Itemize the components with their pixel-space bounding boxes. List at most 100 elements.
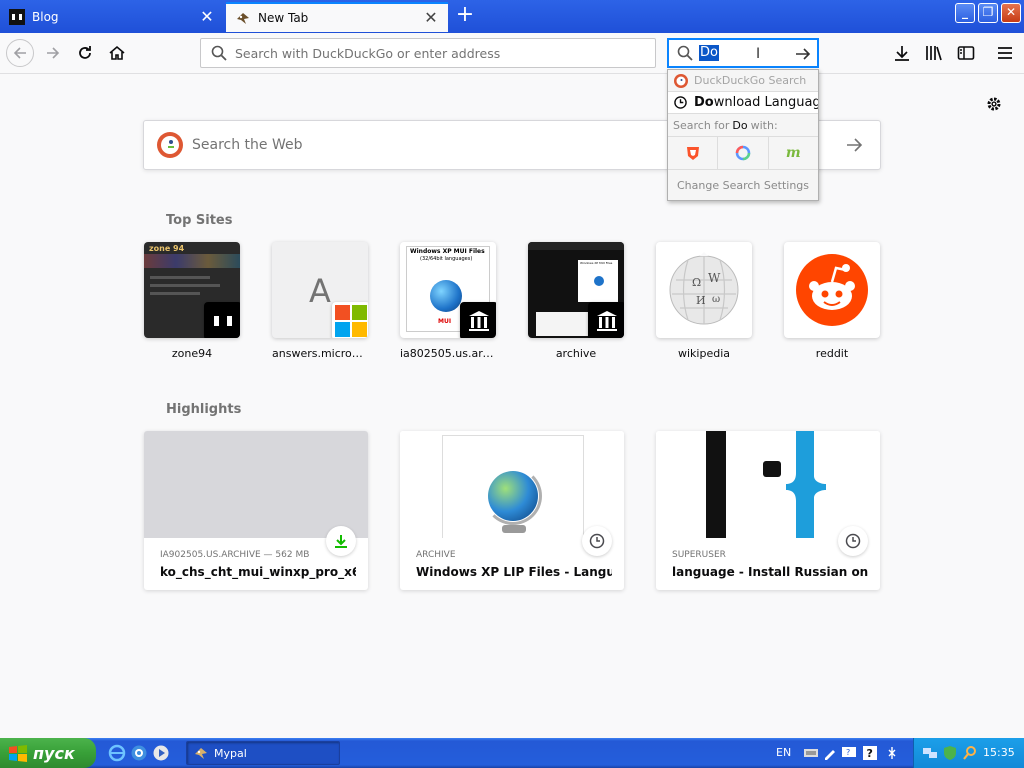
card-preview [144, 431, 368, 538]
top-site-reddit[interactable]: reddit [784, 242, 880, 360]
home-icon [109, 45, 125, 60]
tab-new-tab[interactable]: New Tab ✕ [226, 2, 448, 32]
top-site-zone94[interactable]: zone 94 zone94 [144, 242, 240, 360]
forward-button[interactable] [39, 39, 67, 67]
security-shield-icon[interactable] [942, 745, 958, 761]
thumb-title: Windows XP MUI Files [580, 261, 613, 265]
start-button[interactable]: пуск [0, 738, 96, 768]
mojeek-icon: m [785, 145, 801, 161]
tray-arrows-icon[interactable] [884, 745, 900, 761]
site-label: zone94 [171, 347, 213, 360]
tab-bar: Blog ✕ New Tab ✕ + _ ❐ ✕ [0, 0, 1024, 33]
media-quicklaunch-icon[interactable] [152, 744, 170, 762]
site-label: ia802505.us.archi… [400, 347, 496, 360]
search-for-suffix: with: [750, 118, 778, 132]
search-suggestions-popup: DuckDuckGo Search Do wnload Language Sear… [667, 69, 819, 201]
change-search-settings-button[interactable]: Change Search Settings [668, 170, 818, 200]
highlights-title: Highlights [166, 402, 242, 417]
search-icon [677, 45, 693, 61]
url-bar[interactable] [200, 38, 656, 68]
help-chat-icon[interactable]: ? [841, 745, 857, 761]
tab-label: Blog [32, 10, 59, 24]
search-tray-icon[interactable] [962, 745, 978, 761]
highlight-card[interactable]: IA902505.US.ARCHIVE — 562 MB ko_chs_cht_… [144, 431, 368, 590]
ie-quicklaunch-icon[interactable] [108, 744, 126, 762]
highlight-card[interactable]: ARCHIVE Windows XP LIP Files - Language.… [400, 431, 624, 590]
close-tab-icon[interactable]: ✕ [198, 8, 216, 26]
home-button[interactable] [103, 39, 131, 67]
site-label: reddit [815, 347, 849, 360]
engine-mojeek-button[interactable]: m [769, 137, 818, 169]
duckduckgo-icon [157, 132, 183, 158]
sidebar-button[interactable] [956, 43, 976, 63]
clock[interactable]: 15:35 [983, 746, 1015, 759]
wikipedia-globe-icon: Ω W И ω [669, 252, 739, 325]
card-context: IA902505.US.ARCHIVE — 562 MB [160, 550, 310, 560]
blog-favicon-icon [9, 9, 25, 25]
reload-icon [79, 46, 91, 59]
suggestion-match: Do [694, 95, 714, 110]
thumb-subtitle: (32/64bit languages) [420, 256, 473, 262]
start-label: пуск [33, 743, 75, 763]
mypal-favicon-icon [235, 10, 251, 26]
site-thumbnail [784, 242, 880, 338]
archive-org-icon [588, 302, 624, 338]
qwant-icon [735, 145, 751, 161]
minimize-button[interactable]: _ [955, 3, 975, 23]
task-label: Mypal [214, 746, 247, 760]
download-icon [326, 526, 356, 556]
go-arrow-icon[interactable] [794, 45, 812, 63]
card-title: ko_chs_cht_mui_winxp_pro_x64_... [160, 565, 356, 579]
brave-icon [686, 147, 699, 160]
menu-button[interactable] [995, 43, 1015, 63]
card-context: SUPERUSER [672, 550, 726, 560]
site-label: wikipedia [677, 347, 730, 360]
svg-text:ω: ω [712, 294, 720, 305]
archive-org-icon [460, 302, 496, 338]
keyboard-icon[interactable] [803, 745, 819, 761]
top-site-ia802505[interactable]: Windows XP MUI Files (32/64bit languages… [400, 242, 496, 360]
url-input[interactable] [235, 45, 655, 61]
card-preview [656, 431, 880, 538]
browser-quicklaunch-icon[interactable] [130, 744, 148, 762]
network-icon[interactable] [922, 745, 938, 761]
tab-label: New Tab [258, 11, 309, 25]
new-tab-button[interactable]: + [452, 4, 478, 28]
back-button[interactable] [6, 39, 34, 67]
top-site-archive[interactable]: Windows XP MUI Files archive [528, 242, 624, 360]
thumb-badge: MUI [438, 318, 452, 325]
language-indicator[interactable]: EN [776, 746, 791, 759]
engine-qwant-button[interactable] [718, 137, 769, 169]
card-context: ARCHIVE [416, 550, 456, 560]
clock-icon [582, 526, 612, 556]
taskbar-item-mypal[interactable]: Mypal [186, 741, 340, 765]
help-icon[interactable]: ? [862, 745, 878, 761]
pen-icon[interactable] [822, 745, 838, 761]
engine-brave-button[interactable] [668, 137, 719, 169]
card-title: language - Install Russian on Win... [672, 565, 868, 579]
library-button[interactable] [924, 43, 944, 63]
top-site-wikipedia[interactable]: Ω W И ω wikipedia [656, 242, 752, 360]
search-query-text[interactable]: Do [699, 45, 719, 61]
search-go-arrow-icon[interactable] [844, 135, 864, 155]
suggestion-item[interactable]: Do wnload Language [668, 92, 818, 114]
search-for-query: Do [732, 118, 748, 132]
search-bar[interactable]: Do I [667, 38, 819, 68]
downloads-button[interactable] [892, 43, 912, 63]
svg-text:?: ? [846, 748, 850, 757]
site-thumbnail: A [272, 242, 368, 338]
thumb-text: zone 94 [149, 244, 185, 253]
close-tab-icon[interactable]: ✕ [422, 9, 440, 27]
close-window-button[interactable]: ✕ [1001, 3, 1021, 23]
back-arrow-icon [13, 47, 26, 59]
card-preview [400, 431, 624, 538]
top-sites-title: Top Sites [166, 213, 233, 228]
highlight-card[interactable]: SUPERUSER language - Install Russian on … [656, 431, 880, 590]
maximize-button[interactable]: ❐ [978, 3, 998, 23]
reload-button[interactable] [71, 39, 99, 67]
blog-favicon-icon [204, 302, 240, 338]
tab-blog[interactable]: Blog ✕ [0, 2, 224, 32]
top-site-answers-microsoft[interactable]: A answers.microsoft [272, 242, 368, 360]
gear-icon[interactable] [984, 94, 1004, 114]
forward-arrow-icon [47, 47, 60, 59]
